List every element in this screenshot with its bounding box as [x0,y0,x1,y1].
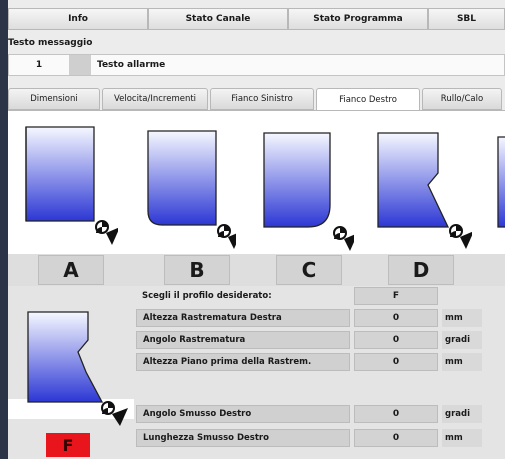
profile-option-c[interactable] [244,123,354,253]
param-label: Angolo Smusso Destro [136,405,350,423]
tab-fianco-sinistro[interactable]: Fianco Sinistro [210,88,314,110]
param-label: Scegli il profilo desiderato: [142,291,272,301]
cnc-panel: Info Stato Canale Stato Programma SBL Te… [8,0,505,459]
profile-option-d[interactable] [362,123,472,253]
message-number: 1 [35,60,43,70]
param-unit: gradi [442,405,482,423]
profile-option-b[interactable] [126,123,236,253]
profile-select-field[interactable]: F [354,287,438,305]
profile-square-icon [25,126,118,245]
profile-letter-b[interactable]: B [164,255,230,285]
param-row: Lunghezza Smusso Destro 0 mm [136,428,482,448]
message-section-label: Testo messaggio [8,38,93,48]
profile-chamfer-icon [27,311,128,426]
top-tab-bar: Info Stato Canale Stato Programma SBL [8,8,505,32]
tab-info[interactable]: Info [8,8,148,30]
selected-profile-letter: F [46,433,90,457]
profile-partial-icon [497,136,505,228]
param-row: Altezza Rastrematura Destra 0 mm [136,308,482,328]
selected-profile-preview [16,300,132,430]
param-value-field[interactable]: 0 [354,331,438,349]
param-value-field[interactable]: 0 [354,429,438,447]
message-row: 1 Testo allarme [8,54,505,76]
profile-option-e[interactable] [480,123,505,253]
tab-rullo[interactable]: Rullo/Calo [422,88,502,110]
param-label: Altezza Rastrematura Destra [136,309,350,327]
param-label: Angolo Rastrematura [136,331,350,349]
param-row: Angolo Smusso Destro 0 gradi [136,404,482,424]
tab-sbl[interactable]: SBL [428,8,505,30]
param-value-field[interactable]: 0 [354,353,438,371]
profile-taper-icon [377,132,472,249]
param-unit: mm [442,309,482,327]
param-value-field[interactable]: 0 [354,405,438,423]
message-divider [69,55,91,75]
profile-radius-icon [147,130,236,249]
param-label: Altezza Piano prima della Rastrem. [136,353,350,371]
tab-stato-canale[interactable]: Stato Canale [148,8,288,30]
profile-round-icon [263,132,354,251]
profile-letter-c[interactable]: C [276,255,342,285]
tab-dimensioni[interactable]: Dimensioni [8,88,100,110]
param-unit: mm [442,429,482,447]
profile-letter-a[interactable]: A [38,255,104,285]
tab-velocita[interactable]: Velocita/Incrementi [102,88,208,110]
param-row-profile: Scegli il profilo desiderato: F [136,286,438,306]
profile-option-a[interactable] [8,123,118,253]
tab-fianco-destro[interactable]: Fianco Destro [316,88,420,112]
message-text: Testo allarme [97,60,166,70]
tab-stato-programma[interactable]: Stato Programma [288,8,428,30]
parameter-area: F Scegli il profilo desiderato: F Altezz… [8,286,505,459]
profile-letter-d[interactable]: D [388,255,454,285]
sub-tab-bar: Dimensioni Velocita/Incrementi Fianco Si… [8,88,505,112]
param-unit: gradi [442,331,482,349]
param-value-field[interactable]: 0 [354,309,438,327]
param-row: Angolo Rastrematura 0 gradi [136,330,482,350]
param-unit: mm [442,353,482,371]
tab-content: A B C D F Scegli il profilo desiderato: … [8,110,505,459]
param-row: Altezza Piano prima della Rastrem. 0 mm [136,352,482,372]
param-label: Lunghezza Smusso Destro [136,429,350,447]
